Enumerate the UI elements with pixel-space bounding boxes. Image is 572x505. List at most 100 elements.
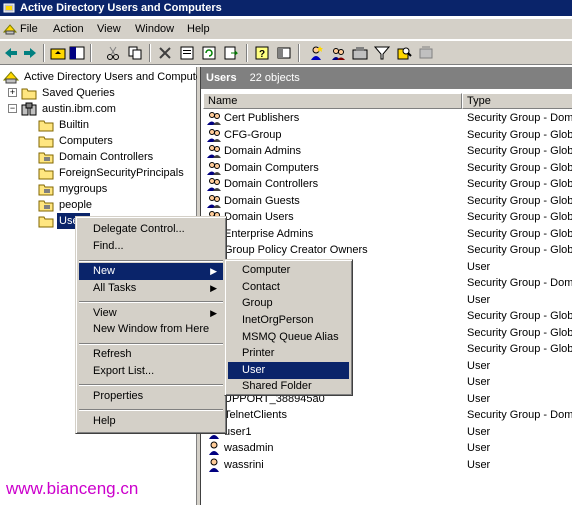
- menu-item-properties[interactable]: Properties: [79, 388, 223, 405]
- context-menu: Delegate Control... Find... New ▶ All Ta…: [75, 216, 227, 434]
- menu-separator: [79, 343, 223, 345]
- row-name: TelnetClients: [224, 409, 287, 421]
- submenu-item-user[interactable]: User: [228, 362, 349, 379]
- list-item[interactable]: user1 User: [204, 424, 572, 440]
- row-type: Security Group - Globa: [467, 194, 572, 207]
- add-to-group-icon[interactable]: [418, 45, 434, 61]
- expand-saved-queries-icon[interactable]: +: [8, 88, 17, 97]
- row-type: Security Group - Globa: [467, 161, 572, 174]
- submenu-item-printer[interactable]: Printer: [228, 345, 349, 362]
- submenu-item-computer[interactable]: Computer: [228, 262, 349, 279]
- group-icon: [207, 161, 221, 175]
- submenu-item-inetorgperson[interactable]: InetOrgPerson: [228, 312, 349, 329]
- list-item[interactable]: TelnetClients Security Group - Doma: [204, 407, 572, 423]
- menu-item-new-window[interactable]: New Window from Here: [79, 321, 223, 338]
- list-item[interactable]: Group Policy Creator Owners Security Grou…: [204, 242, 572, 258]
- properties-icon[interactable]: [179, 45, 195, 61]
- column-header-type[interactable]: Type: [462, 93, 572, 109]
- toolbar: ?: [0, 40, 572, 65]
- list-item[interactable]: Domain Computers Security Group - Globa: [204, 160, 572, 176]
- group-icon: [207, 145, 221, 158]
- menu-action[interactable]: Action: [53, 19, 84, 39]
- row-name: Domain Controllers: [224, 178, 319, 190]
- menu-item-find[interactable]: Find...: [79, 238, 223, 255]
- menu-item-label: New: [93, 265, 116, 277]
- row-type: Security Group - Doma: [467, 409, 572, 421]
- menu-window[interactable]: Window: [135, 19, 174, 39]
- row-name: Domain Users: [224, 211, 294, 223]
- menu-item-new[interactable]: New ▶: [79, 263, 223, 280]
- column-header-name[interactable]: Name: [203, 93, 462, 109]
- filter-icon[interactable]: [374, 45, 390, 61]
- list-item[interactable]: Cert Publishers Security Group - Doma: [204, 110, 572, 126]
- submenu-item-shared-folder[interactable]: Shared Folder: [228, 378, 349, 395]
- row-type: Security Group - Globa: [467, 145, 572, 157]
- submenu-item-msmq-queue-alias[interactable]: MSMQ Queue Alias: [228, 329, 349, 346]
- refresh-icon[interactable]: [201, 45, 217, 61]
- menu-item-label: All Tasks: [93, 282, 137, 294]
- console-menu-icon[interactable]: [3, 22, 17, 36]
- menu-item-view[interactable]: View ▶: [79, 305, 223, 322]
- user-icon: [209, 441, 219, 455]
- list-item[interactable]: Domain Admins Security Group - Globa: [204, 143, 572, 159]
- row-name: wassrini: [224, 458, 264, 471]
- back-arrow-icon[interactable]: [3, 45, 19, 61]
- list-item[interactable]: wassrini User: [204, 457, 572, 473]
- list-item[interactable]: Domain Users Security Group - Globa: [204, 209, 572, 225]
- list-item[interactable]: Domain Guests Security Group - Globa: [204, 193, 572, 209]
- menu-item-delegate-control[interactable]: Delegate Control...: [79, 221, 223, 238]
- window-title: Active Directory Users and Computers: [20, 2, 222, 14]
- menu-item-all-tasks[interactable]: All Tasks ▶: [79, 280, 223, 297]
- tree-item-label: Saved Queries: [42, 87, 115, 99]
- show-tree-icon[interactable]: [69, 45, 85, 61]
- menu-view[interactable]: View: [97, 19, 121, 39]
- group-icon: [207, 194, 221, 208]
- row-type: User: [467, 442, 491, 454]
- group-icon: [207, 112, 221, 125]
- menu-help[interactable]: Help: [187, 19, 210, 39]
- folder-icon: [21, 88, 37, 100]
- submenu-item-contact[interactable]: Contact: [228, 279, 349, 296]
- menu-item-refresh[interactable]: Refresh: [79, 346, 223, 363]
- find-icon[interactable]: [396, 45, 412, 61]
- tree-item-label: Computers: [59, 135, 113, 147]
- cut-icon[interactable]: [105, 45, 121, 61]
- collapse-domain-icon[interactable]: −: [8, 104, 17, 113]
- folder-icon: [38, 120, 54, 132]
- watermark: www.bianceng.cn: [6, 479, 139, 498]
- menu-separator: [79, 384, 223, 386]
- toolbar-separator: [90, 44, 92, 62]
- list-item[interactable]: CFG-Group Security Group - Globa: [204, 127, 572, 143]
- details-header: Users 22 objects: [201, 67, 572, 89]
- folder-icon: [38, 168, 54, 180]
- tree-item-label: people: [59, 199, 93, 211]
- new-group-icon[interactable]: [330, 45, 346, 61]
- forward-arrow-icon[interactable]: [22, 45, 38, 61]
- ou-folder-icon: [38, 200, 54, 212]
- submenu-item-group[interactable]: Group: [228, 295, 349, 312]
- up-folder-icon[interactable]: [50, 45, 66, 61]
- list-item[interactable]: wasadmin User: [204, 440, 572, 456]
- export-icon[interactable]: [223, 45, 239, 61]
- domain-icon: [21, 102, 37, 116]
- help-icon[interactable]: ?: [254, 45, 270, 61]
- row-type: User: [467, 376, 491, 388]
- delete-icon[interactable]: [157, 45, 173, 61]
- console-icon[interactable]: [276, 45, 292, 61]
- menu-item-help[interactable]: Help: [79, 413, 223, 430]
- tree-root[interactable]: Active Directory Users and Computers: [3, 69, 211, 85]
- copy-icon[interactable]: [127, 45, 143, 61]
- row-type: User: [467, 392, 491, 405]
- row-name: Enterprise Admins: [224, 227, 314, 240]
- new-ou-icon[interactable]: [352, 45, 368, 61]
- list-item[interactable]: Domain Controllers Security Group - Globa: [204, 176, 572, 192]
- svg-text:?: ?: [259, 49, 265, 60]
- tree-item-label: ForeignSecurityPrincipals: [59, 167, 184, 179]
- new-user-icon[interactable]: [308, 45, 324, 61]
- row-type: Security Group - Globa: [467, 128, 572, 141]
- menu-separator: [79, 301, 223, 303]
- menu-file[interactable]: File: [20, 19, 38, 39]
- row-type: Security Group - Globa: [467, 211, 572, 223]
- list-item[interactable]: Enterprise Admins Security Group - Globa: [204, 226, 572, 242]
- menu-item-export-list[interactable]: Export List...: [79, 363, 223, 380]
